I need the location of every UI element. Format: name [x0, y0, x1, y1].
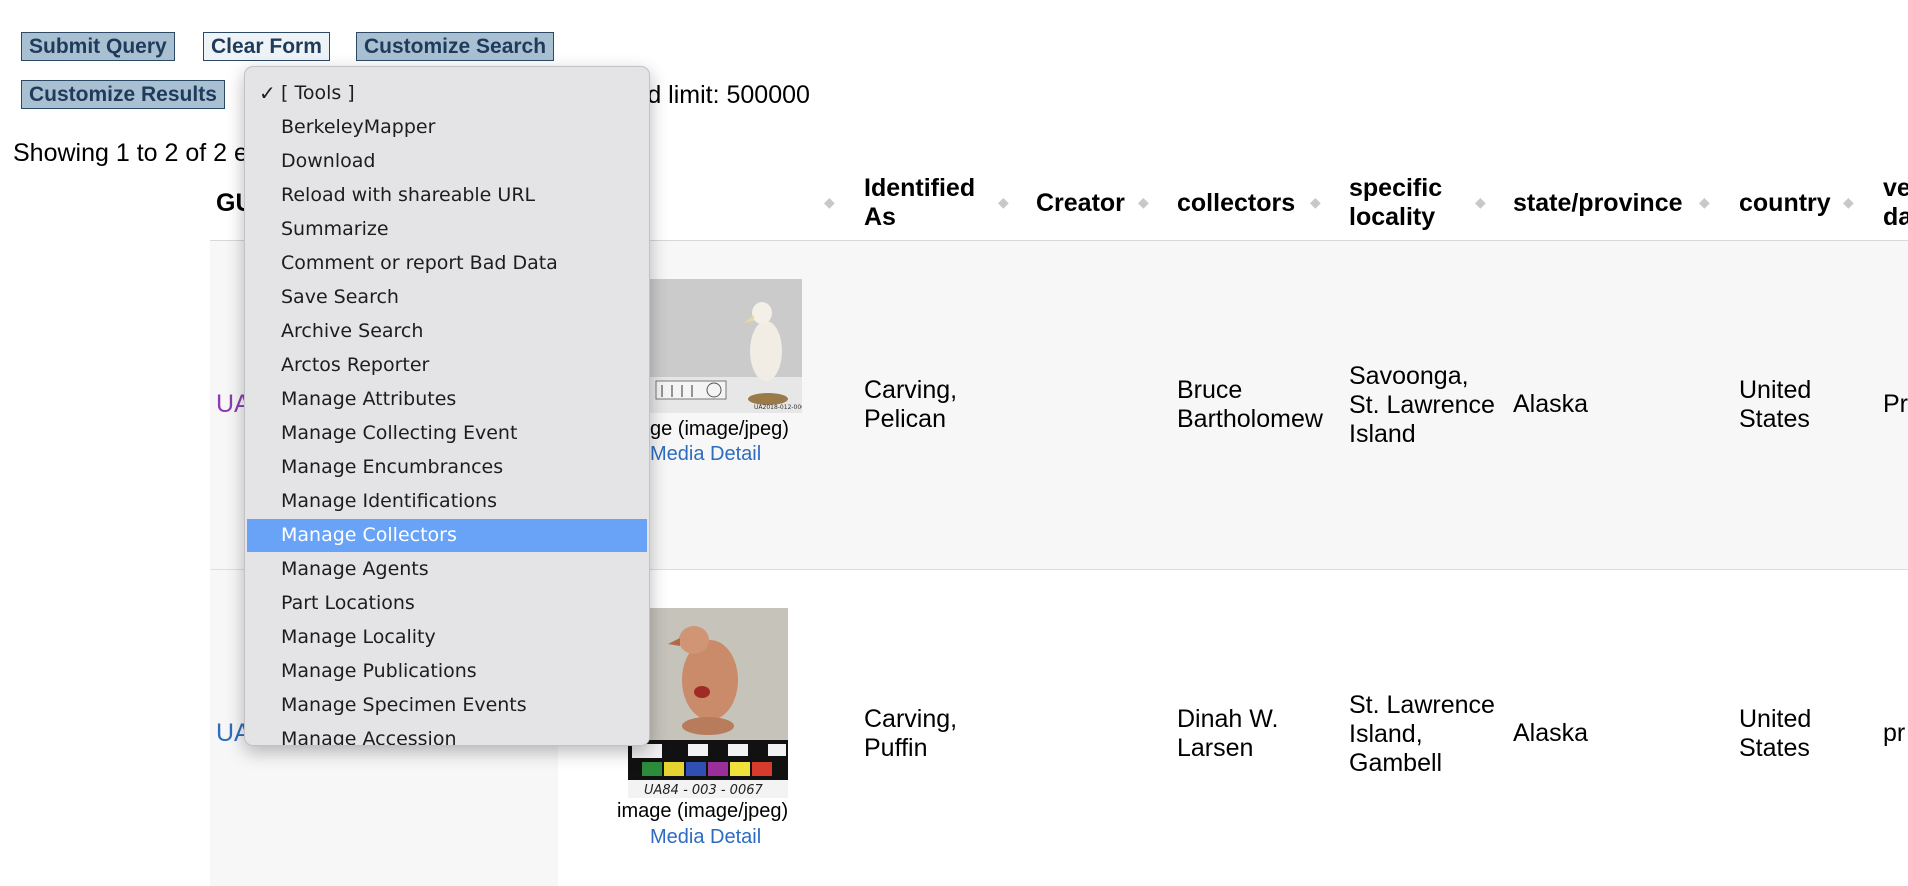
- media-caption: ge (image/jpeg): [650, 418, 789, 440]
- column-header-specific-locality[interactable]: specific locality: [1349, 174, 1442, 232]
- column-header-state-province[interactable]: state/province: [1513, 189, 1683, 218]
- cell-text: Island,: [1349, 720, 1423, 748]
- menu-item-manage-collectors[interactable]: Manage Collectors: [247, 519, 647, 552]
- tools-dropdown-menu[interactable]: ✓ [ Tools ] BerkeleyMapper Download Relo…: [244, 66, 650, 746]
- media-detail-link[interactable]: Media Detail: [650, 442, 761, 466]
- state-province-cell: Alaska: [1513, 719, 1589, 747]
- cell-text: Dinah W.: [1177, 705, 1279, 733]
- svg-text:UA2018-012-0064: UA2018-012-0064: [754, 404, 802, 411]
- column-header-creator[interactable]: Creator: [1036, 189, 1125, 218]
- cell-text: St. Lawrence: [1349, 691, 1495, 719]
- menu-item-manage-specimen-events[interactable]: Manage Specimen Events: [247, 689, 647, 722]
- column-header-country[interactable]: country: [1739, 189, 1831, 218]
- country-cell: United States: [1739, 376, 1811, 434]
- menu-item-manage-identifications[interactable]: Manage Identifications: [247, 485, 647, 518]
- collectors-cell: Bruce Bartholomew: [1177, 376, 1323, 434]
- column-header-verbatim-date[interactable]: ve da: [1883, 174, 1908, 232]
- menu-item-reload-shareable-url[interactable]: Reload with shareable URL: [247, 179, 647, 212]
- record-limit-text: rd limit: 500000: [639, 81, 810, 109]
- menu-item-tools[interactable]: ✓ [ Tools ]: [247, 77, 647, 110]
- sort-icon[interactable]: ◆: [1699, 195, 1710, 209]
- cell-text: Puffin: [864, 734, 928, 762]
- cell-text: Pelican: [864, 405, 946, 433]
- column-header-label: specific: [1349, 174, 1443, 202]
- verbatim-date-cell: Pr: [1883, 390, 1908, 418]
- menu-item-manage-attributes[interactable]: Manage Attributes: [247, 383, 647, 416]
- checkmark-icon: ✓: [259, 81, 276, 105]
- cell-text: Carving,: [864, 376, 958, 404]
- cell-text: St. Lawrence: [1349, 391, 1495, 419]
- submit-query-button[interactable]: Submit Query: [21, 32, 175, 61]
- column-header-label: locality: [1349, 203, 1436, 231]
- cell-text: Gambell: [1349, 749, 1443, 777]
- menu-item-label: [ Tools ]: [281, 82, 355, 104]
- column-header-collectors[interactable]: collectors: [1177, 189, 1295, 218]
- sort-icon[interactable]: ◆: [1310, 195, 1321, 209]
- sort-icon[interactable]: ◆: [1138, 195, 1149, 209]
- specific-locality-cell: Savoonga, St. Lawrence Island: [1349, 362, 1495, 449]
- collectors-cell: Dinah W. Larsen: [1177, 705, 1278, 763]
- sort-icon[interactable]: ◆: [1475, 195, 1486, 209]
- sort-icon[interactable]: ◆: [1843, 195, 1854, 209]
- column-header-label: Identified: [864, 174, 976, 202]
- cell-text: United: [1739, 705, 1812, 733]
- customize-search-button[interactable]: Customize Search: [356, 32, 555, 61]
- media-thumbnail[interactable]: UA84 - 003 - 0067: [628, 608, 788, 798]
- cell-text: Savoonga,: [1349, 362, 1469, 390]
- menu-item-manage-accession[interactable]: Manage Accession: [247, 723, 647, 745]
- specific-locality-cell: St. Lawrence Island, Gambell: [1349, 691, 1495, 778]
- menu-item-berkeleymapper[interactable]: BerkeleyMapper: [247, 111, 647, 144]
- verbatim-date-cell: pr: [1883, 719, 1906, 747]
- state-province-cell: Alaska: [1513, 390, 1589, 418]
- cell-text: States: [1739, 405, 1810, 433]
- clear-form-button[interactable]: Clear Form: [203, 32, 330, 61]
- sort-icon[interactable]: ◆: [998, 195, 1009, 209]
- menu-item-part-locations[interactable]: Part Locations: [247, 587, 647, 620]
- pelican-carving-image: UA2018-012-0064: [650, 279, 802, 413]
- cell-text: United: [1739, 376, 1812, 404]
- menu-item-arctos-reporter[interactable]: Arctos Reporter: [247, 349, 647, 382]
- menu-item-manage-publications[interactable]: Manage Publications: [247, 655, 647, 688]
- cell-text: Carving,: [864, 705, 958, 733]
- cell-text: States: [1739, 734, 1810, 762]
- puffin-carving-image: UA84 - 003 - 0067: [628, 608, 788, 798]
- menu-item-summarize[interactable]: Summarize: [247, 213, 647, 246]
- menu-item-manage-agents[interactable]: Manage Agents: [247, 553, 647, 586]
- menu-item-report-bad-data[interactable]: Comment or report Bad Data: [247, 247, 647, 280]
- media-thumbnail[interactable]: UA2018-012-0064: [650, 279, 802, 413]
- cell-text: Larsen: [1177, 734, 1254, 762]
- column-header-label: As: [864, 203, 896, 231]
- cell-text: Bartholomew: [1177, 405, 1323, 433]
- column-header-identified-as[interactable]: Identified As: [864, 174, 975, 232]
- customize-results-button[interactable]: Customize Results: [21, 80, 225, 109]
- menu-item-manage-encumbrances[interactable]: Manage Encumbrances: [247, 451, 647, 484]
- column-header-label: da: [1883, 203, 1908, 231]
- country-cell: United States: [1739, 705, 1811, 763]
- menu-item-archive-search[interactable]: Archive Search: [247, 315, 647, 348]
- media-caption: image (image/jpeg): [617, 800, 789, 822]
- cell-text: Bruce: [1177, 376, 1243, 404]
- identified-as-cell: Carving, Pelican: [864, 376, 957, 434]
- media-detail-link[interactable]: Media Detail: [650, 825, 761, 849]
- menu-item-manage-collecting-event[interactable]: Manage Collecting Event: [247, 417, 647, 450]
- menu-item-download[interactable]: Download: [247, 145, 647, 178]
- sort-icon[interactable]: ◆: [824, 195, 835, 209]
- identified-as-cell: Carving, Puffin: [864, 705, 957, 763]
- menu-item-manage-locality[interactable]: Manage Locality: [247, 621, 647, 654]
- thumbnail-label: UA84 - 003 - 0067: [644, 783, 763, 798]
- menu-item-save-search[interactable]: Save Search: [247, 281, 647, 314]
- cell-text: Island: [1349, 420, 1416, 448]
- column-header-label: ve: [1883, 174, 1908, 202]
